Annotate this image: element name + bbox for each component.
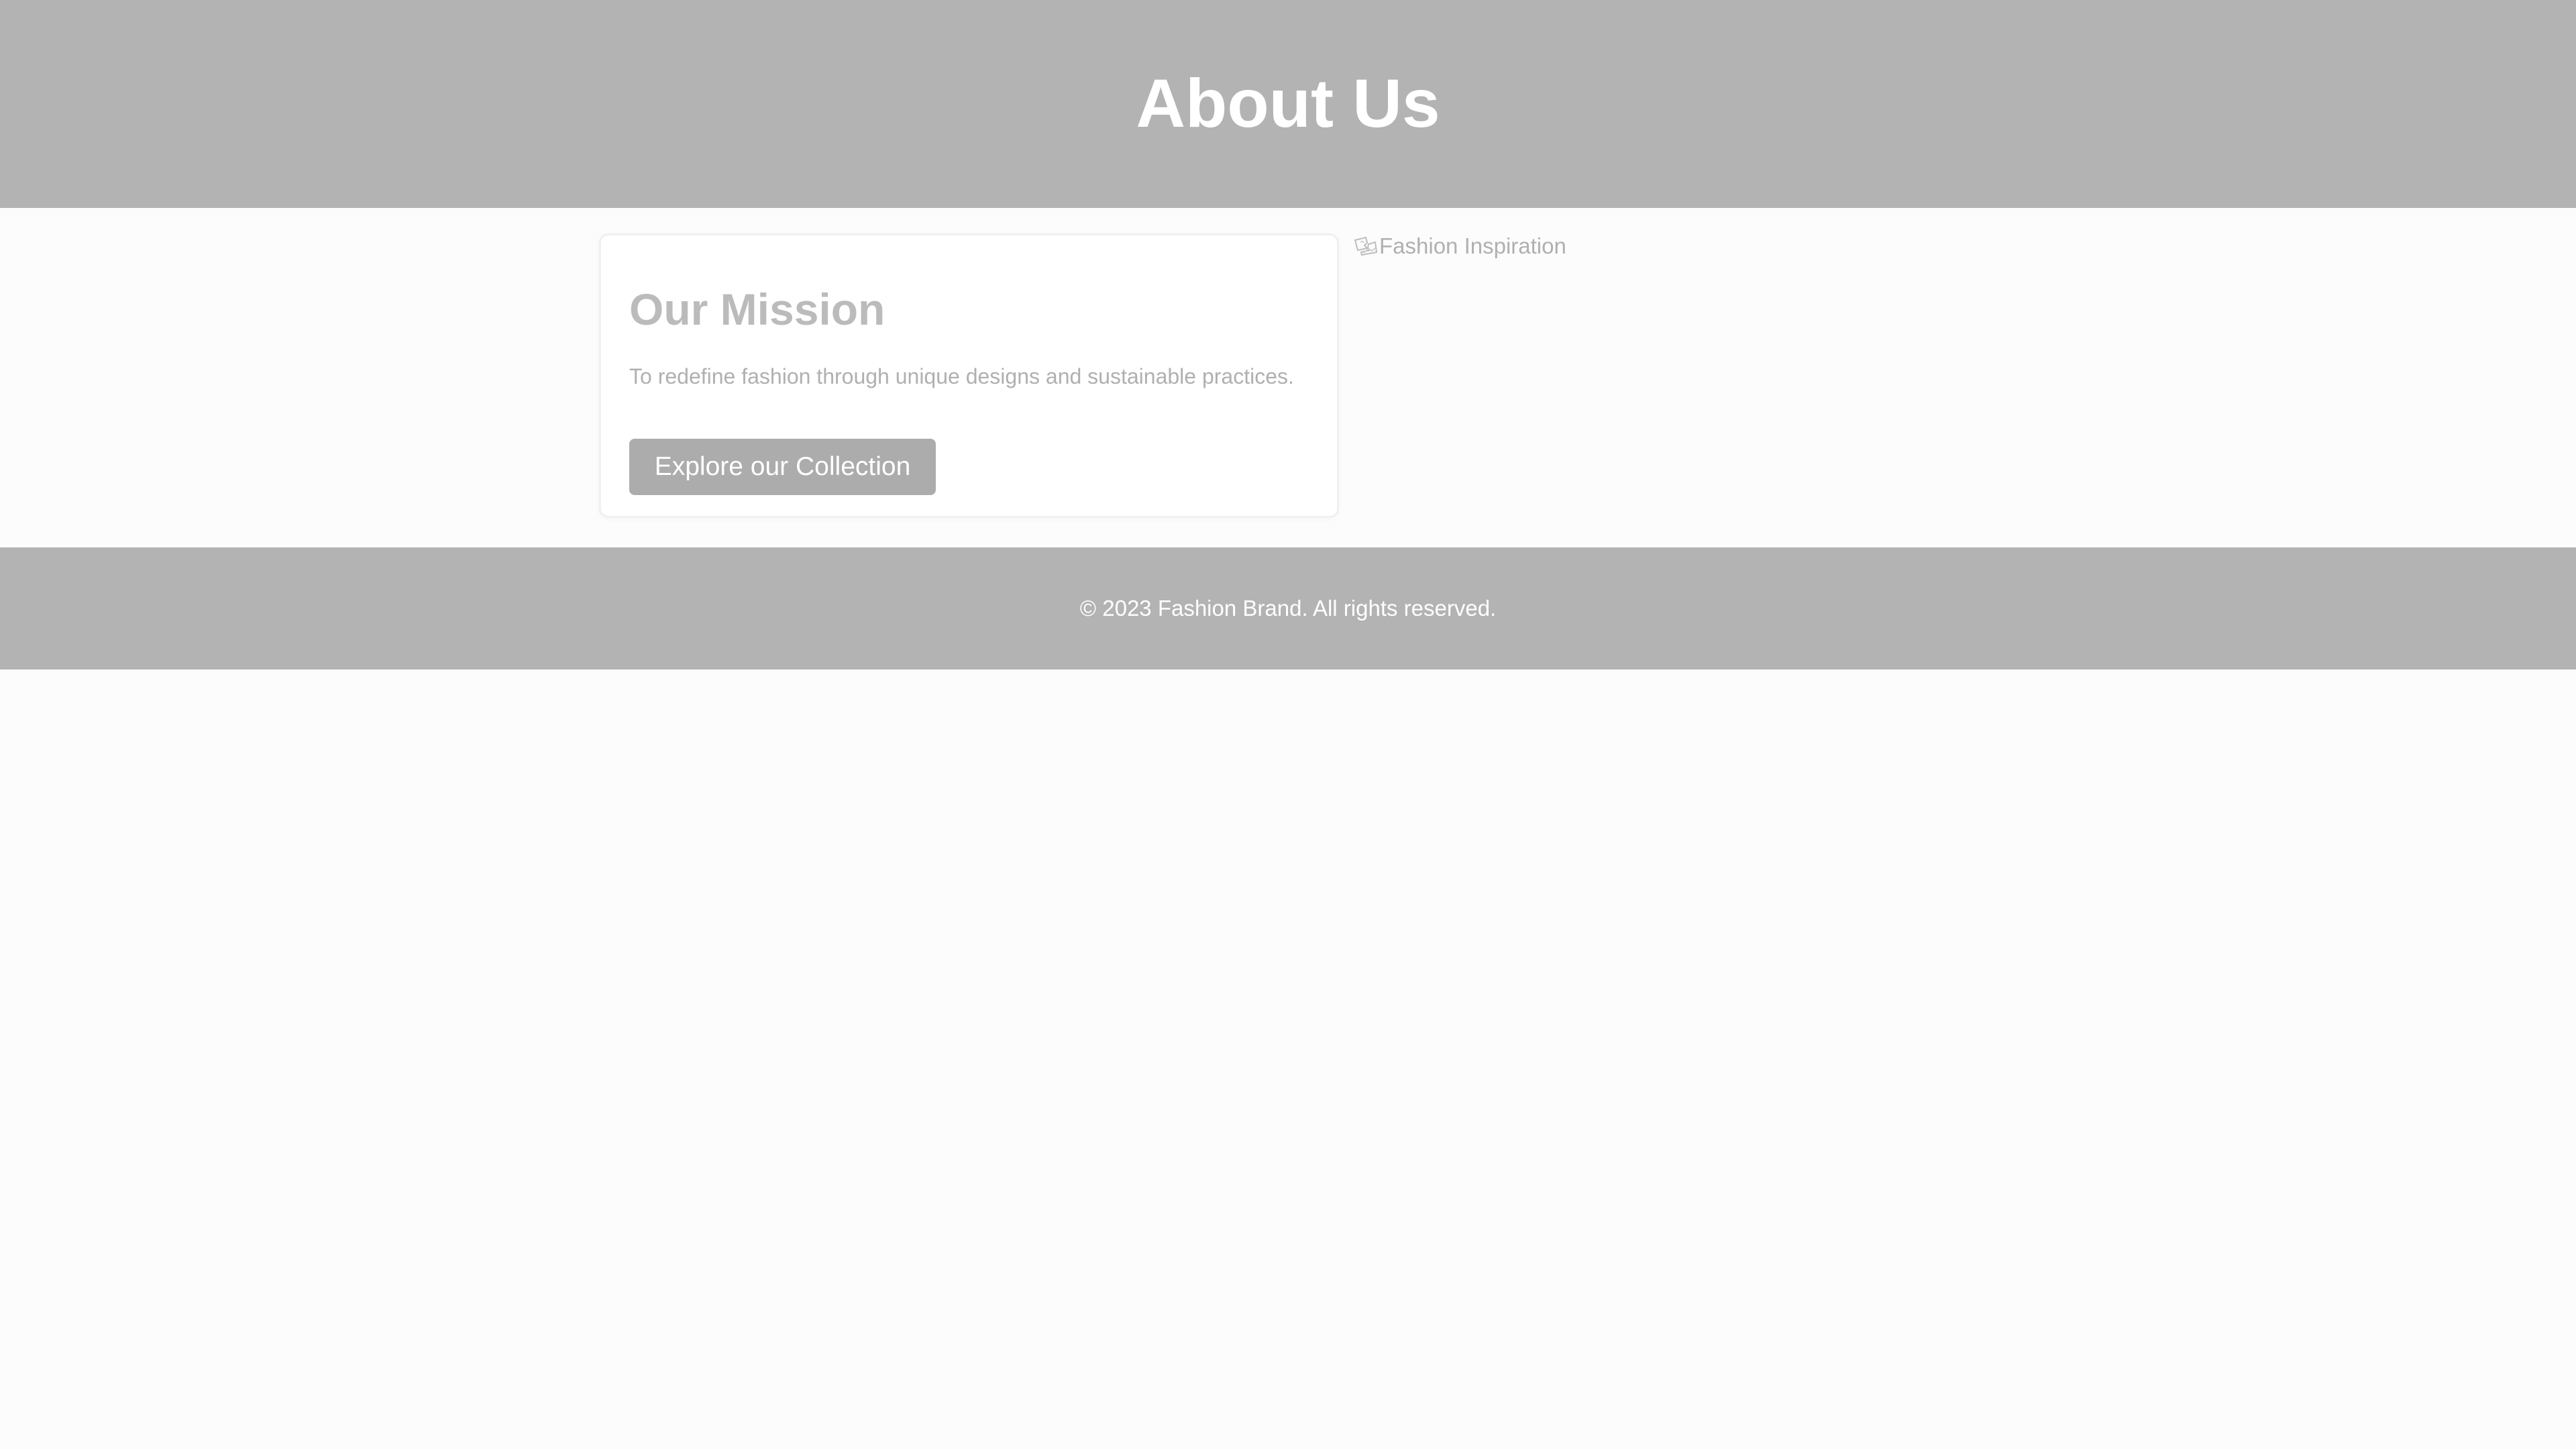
mission-title: Our Mission bbox=[629, 284, 885, 334]
explore-collection-button[interactable]: Explore our Collection bbox=[629, 439, 936, 495]
page-title: About Us bbox=[1136, 65, 1440, 142]
image-alt-text: Fashion Inspiration bbox=[1379, 233, 1566, 258]
site-header: About Us bbox=[0, 0, 2576, 208]
mission-card: Our Mission To redefine fashion through … bbox=[599, 233, 1339, 518]
mission-text: To redefine fashion through unique desig… bbox=[629, 364, 1294, 388]
copyright-text: © 2023 Fashion Brand. All rights reserve… bbox=[1079, 596, 1497, 621]
broken-image-icon bbox=[1352, 233, 1378, 259]
fashion-inspiration-image: Fashion Inspiration bbox=[1352, 231, 1566, 261]
site-footer: © 2023 Fashion Brand. All rights reserve… bbox=[0, 547, 2576, 669]
